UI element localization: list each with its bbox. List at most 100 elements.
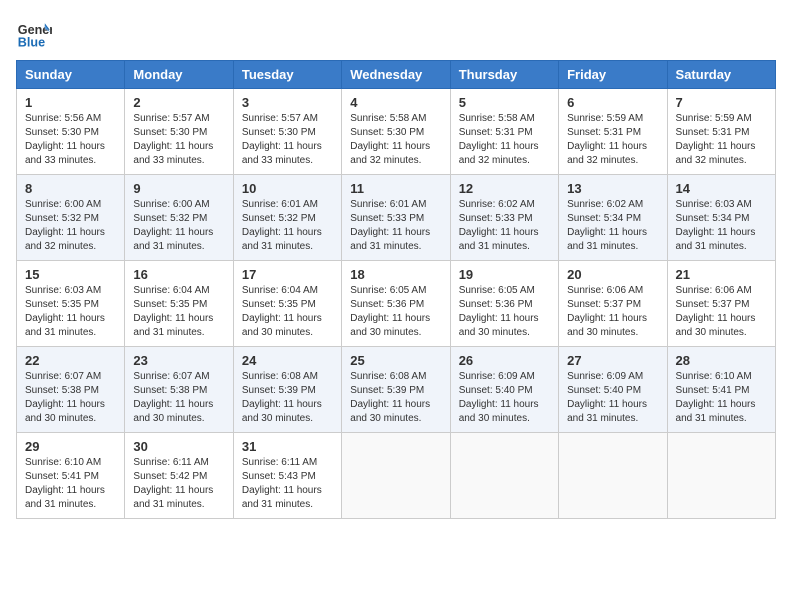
calendar-cell: 18 Sunrise: 6:05 AM Sunset: 5:36 PM Dayli… [342, 261, 450, 347]
day-info: Sunrise: 5:57 AM Sunset: 5:30 PM Dayligh… [242, 112, 333, 168]
calendar-cell: 23 Sunrise: 6:07 AM Sunset: 5:38 PM Dayli… [125, 347, 233, 433]
calendar-week-4: 22 Sunrise: 6:07 AM Sunset: 5:38 PM Dayli… [17, 347, 776, 433]
calendar-cell: 27 Sunrise: 6:09 AM Sunset: 5:40 PM Dayli… [559, 347, 667, 433]
day-info: Sunrise: 6:02 AM Sunset: 5:34 PM Dayligh… [567, 198, 658, 254]
day-number: 11 [350, 181, 441, 196]
weekday-header-friday: Friday [559, 61, 667, 89]
day-number: 20 [567, 267, 658, 282]
day-info: Sunrise: 6:04 AM Sunset: 5:35 PM Dayligh… [242, 284, 333, 340]
calendar-cell: 15 Sunrise: 6:03 AM Sunset: 5:35 PM Dayli… [17, 261, 125, 347]
calendar-cell: 4 Sunrise: 5:58 AM Sunset: 5:30 PM Daylig… [342, 89, 450, 175]
calendar-cell: 19 Sunrise: 6:05 AM Sunset: 5:36 PM Dayli… [450, 261, 558, 347]
day-info: Sunrise: 6:05 AM Sunset: 5:36 PM Dayligh… [459, 284, 550, 340]
day-info: Sunrise: 5:58 AM Sunset: 5:31 PM Dayligh… [459, 112, 550, 168]
calendar-week-5: 29 Sunrise: 6:10 AM Sunset: 5:41 PM Dayli… [17, 433, 776, 519]
calendar-cell: 22 Sunrise: 6:07 AM Sunset: 5:38 PM Dayli… [17, 347, 125, 433]
day-number: 30 [133, 439, 224, 454]
day-number: 24 [242, 353, 333, 368]
day-number: 22 [25, 353, 116, 368]
day-number: 23 [133, 353, 224, 368]
day-number: 13 [567, 181, 658, 196]
day-info: Sunrise: 6:08 AM Sunset: 5:39 PM Dayligh… [242, 370, 333, 426]
day-number: 27 [567, 353, 658, 368]
day-number: 18 [350, 267, 441, 282]
calendar-cell: 8 Sunrise: 6:00 AM Sunset: 5:32 PM Daylig… [17, 175, 125, 261]
weekday-header-row: SundayMondayTuesdayWednesdayThursdayFrid… [17, 61, 776, 89]
day-number: 4 [350, 95, 441, 110]
calendar-cell: 6 Sunrise: 5:59 AM Sunset: 5:31 PM Daylig… [559, 89, 667, 175]
calendar-cell: 7 Sunrise: 5:59 AM Sunset: 5:31 PM Daylig… [667, 89, 775, 175]
day-number: 3 [242, 95, 333, 110]
day-info: Sunrise: 5:58 AM Sunset: 5:30 PM Dayligh… [350, 112, 441, 168]
day-info: Sunrise: 6:07 AM Sunset: 5:38 PM Dayligh… [25, 370, 116, 426]
day-info: Sunrise: 6:07 AM Sunset: 5:38 PM Dayligh… [133, 370, 224, 426]
weekday-header-sunday: Sunday [17, 61, 125, 89]
day-info: Sunrise: 6:09 AM Sunset: 5:40 PM Dayligh… [567, 370, 658, 426]
day-number: 29 [25, 439, 116, 454]
day-info: Sunrise: 6:09 AM Sunset: 5:40 PM Dayligh… [459, 370, 550, 426]
day-number: 15 [25, 267, 116, 282]
day-info: Sunrise: 6:10 AM Sunset: 5:41 PM Dayligh… [25, 456, 116, 512]
day-number: 9 [133, 181, 224, 196]
calendar-cell: 13 Sunrise: 6:02 AM Sunset: 5:34 PM Dayli… [559, 175, 667, 261]
day-info: Sunrise: 5:57 AM Sunset: 5:30 PM Dayligh… [133, 112, 224, 168]
day-number: 28 [676, 353, 767, 368]
calendar-cell: 1 Sunrise: 5:56 AM Sunset: 5:30 PM Daylig… [17, 89, 125, 175]
day-number: 14 [676, 181, 767, 196]
day-number: 31 [242, 439, 333, 454]
day-number: 6 [567, 95, 658, 110]
calendar-cell: 25 Sunrise: 6:08 AM Sunset: 5:39 PM Dayli… [342, 347, 450, 433]
day-number: 7 [676, 95, 767, 110]
calendar-cell [667, 433, 775, 519]
day-info: Sunrise: 6:05 AM Sunset: 5:36 PM Dayligh… [350, 284, 441, 340]
calendar-cell: 9 Sunrise: 6:00 AM Sunset: 5:32 PM Daylig… [125, 175, 233, 261]
calendar-cell [559, 433, 667, 519]
day-number: 25 [350, 353, 441, 368]
day-info: Sunrise: 5:59 AM Sunset: 5:31 PM Dayligh… [676, 112, 767, 168]
day-info: Sunrise: 6:03 AM Sunset: 5:35 PM Dayligh… [25, 284, 116, 340]
day-number: 5 [459, 95, 550, 110]
day-info: Sunrise: 6:01 AM Sunset: 5:33 PM Dayligh… [350, 198, 441, 254]
logo: General Blue [16, 16, 52, 52]
calendar-cell: 12Sunrise: 6:02 AM Sunset: 5:33 PM Dayli… [450, 175, 558, 261]
calendar-cell: 29 Sunrise: 6:10 AM Sunset: 5:41 PM Dayli… [17, 433, 125, 519]
calendar-cell: 11 Sunrise: 6:01 AM Sunset: 5:33 PM Dayli… [342, 175, 450, 261]
weekday-header-saturday: Saturday [667, 61, 775, 89]
calendar-cell [450, 433, 558, 519]
day-number: 8 [25, 181, 116, 196]
day-info: Sunrise: 6:04 AM Sunset: 5:35 PM Dayligh… [133, 284, 224, 340]
day-number: 19 [459, 267, 550, 282]
page-header: General Blue [16, 16, 776, 52]
day-info: Sunrise: 5:56 AM Sunset: 5:30 PM Dayligh… [25, 112, 116, 168]
weekday-header-monday: Monday [125, 61, 233, 89]
calendar-cell: 30Sunrise: 6:11 AM Sunset: 5:42 PM Dayli… [125, 433, 233, 519]
calendar-cell: 17Sunrise: 6:04 AM Sunset: 5:35 PM Dayli… [233, 261, 341, 347]
day-number: 2 [133, 95, 224, 110]
day-number: 1 [25, 95, 116, 110]
calendar-cell: 3 Sunrise: 5:57 AM Sunset: 5:30 PM Daylig… [233, 89, 341, 175]
day-info: Sunrise: 6:03 AM Sunset: 5:34 PM Dayligh… [676, 198, 767, 254]
day-info: Sunrise: 6:08 AM Sunset: 5:39 PM Dayligh… [350, 370, 441, 426]
weekday-header-tuesday: Tuesday [233, 61, 341, 89]
svg-text:Blue: Blue [18, 36, 45, 50]
calendar-week-2: 8 Sunrise: 6:00 AM Sunset: 5:32 PM Daylig… [17, 175, 776, 261]
calendar-table: SundayMondayTuesdayWednesdayThursdayFrid… [16, 60, 776, 519]
day-info: Sunrise: 5:59 AM Sunset: 5:31 PM Dayligh… [567, 112, 658, 168]
calendar-cell: 14 Sunrise: 6:03 AM Sunset: 5:34 PM Dayli… [667, 175, 775, 261]
day-info: Sunrise: 6:06 AM Sunset: 5:37 PM Dayligh… [567, 284, 658, 340]
day-number: 12 [459, 181, 550, 196]
day-number: 26 [459, 353, 550, 368]
calendar-week-3: 15 Sunrise: 6:03 AM Sunset: 5:35 PM Dayli… [17, 261, 776, 347]
calendar-cell: 10 Sunrise: 6:01 AM Sunset: 5:32 PM Dayli… [233, 175, 341, 261]
logo-icon: General Blue [16, 16, 52, 52]
day-info: Sunrise: 6:11 AM Sunset: 5:43 PM Dayligh… [242, 456, 333, 512]
day-info: Sunrise: 6:01 AM Sunset: 5:32 PM Dayligh… [242, 198, 333, 254]
day-info: Sunrise: 6:00 AM Sunset: 5:32 PM Dayligh… [133, 198, 224, 254]
day-number: 21 [676, 267, 767, 282]
calendar-cell: 20 Sunrise: 6:06 AM Sunset: 5:37 PM Dayli… [559, 261, 667, 347]
calendar-cell: 31 Sunrise: 6:11 AM Sunset: 5:43 PM Dayli… [233, 433, 341, 519]
day-info: Sunrise: 6:00 AM Sunset: 5:32 PM Dayligh… [25, 198, 116, 254]
day-info: Sunrise: 6:06 AM Sunset: 5:37 PM Dayligh… [676, 284, 767, 340]
day-number: 10 [242, 181, 333, 196]
calendar-cell: 16Sunrise: 6:04 AM Sunset: 5:35 PM Dayli… [125, 261, 233, 347]
